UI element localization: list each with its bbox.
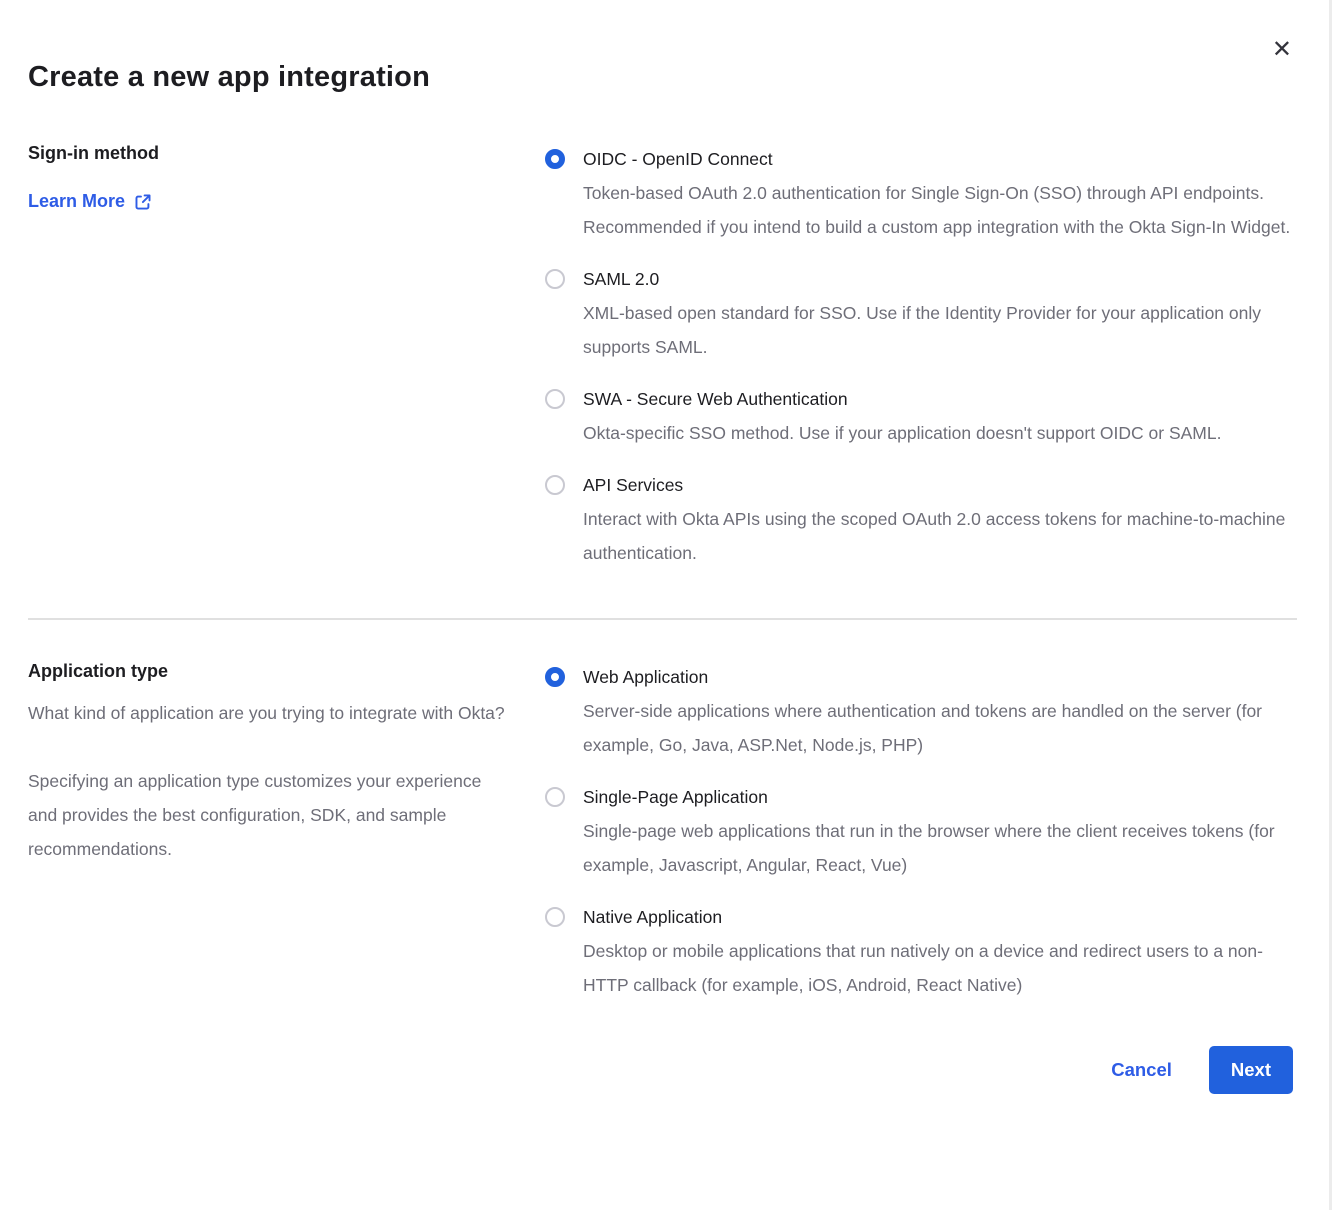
option-description: Okta-specific SSO method. Use if your ap…	[583, 416, 1221, 450]
option-label: API Services	[583, 468, 1294, 502]
signin-method-label: Sign-in method	[28, 142, 508, 164]
radio-button-icon[interactable]	[545, 787, 565, 807]
radio-option-swa[interactable]: SWA - Secure Web Authentication Okta-spe…	[545, 382, 1294, 450]
option-label: Native Application	[583, 900, 1294, 934]
option-description: Token-based OAuth 2.0 authentication for…	[583, 176, 1294, 244]
create-app-integration-dialog: ✕ Create a new app integration Sign-in m…	[0, 0, 1332, 1210]
radio-button-icon[interactable]	[545, 475, 565, 495]
radio-option-saml[interactable]: SAML 2.0 XML-based open standard for SSO…	[545, 262, 1294, 364]
section-divider	[28, 618, 1297, 620]
option-label: OIDC - OpenID Connect	[583, 142, 1294, 176]
radio-button-icon[interactable]	[545, 667, 565, 687]
radio-option-single-page-application[interactable]: Single-Page Application Single-page web …	[545, 780, 1294, 882]
radio-button-icon[interactable]	[545, 907, 565, 927]
application-type-options: Web Application Server-side applications…	[545, 660, 1294, 1002]
signin-method-section: Sign-in method Learn More OIDC - OpenID …	[28, 142, 1294, 570]
radio-option-web-application[interactable]: Web Application Server-side applications…	[545, 660, 1294, 762]
option-label: Web Application	[583, 660, 1294, 694]
application-type-left-column: Application type What kind of applicatio…	[28, 660, 508, 866]
signin-method-left-column: Sign-in method Learn More	[28, 142, 508, 212]
radio-button-icon[interactable]	[545, 389, 565, 409]
learn-more-label: Learn More	[28, 191, 125, 212]
radio-option-native-application[interactable]: Native Application Desktop or mobile app…	[545, 900, 1294, 1002]
radio-option-api-services[interactable]: API Services Interact with Okta APIs usi…	[545, 468, 1294, 570]
application-type-section: Application type What kind of applicatio…	[28, 660, 1294, 1002]
option-label: Single-Page Application	[583, 780, 1294, 814]
next-button[interactable]: Next	[1209, 1046, 1293, 1094]
option-description: Single-page web applications that run in…	[583, 814, 1294, 882]
dialog-footer: Cancel Next	[28, 1046, 1294, 1094]
option-label: SAML 2.0	[583, 262, 1294, 296]
cancel-button[interactable]: Cancel	[1111, 1059, 1172, 1081]
radio-option-oidc[interactable]: OIDC - OpenID Connect Token-based OAuth …	[545, 142, 1294, 244]
option-description: Desktop or mobile applications that run …	[583, 934, 1294, 1002]
signin-method-options: OIDC - OpenID Connect Token-based OAuth …	[545, 142, 1294, 570]
option-description: Interact with Okta APIs using the scoped…	[583, 502, 1294, 570]
option-label: SWA - Secure Web Authentication	[583, 382, 1221, 416]
learn-more-link[interactable]: Learn More	[28, 191, 152, 212]
external-link-icon	[134, 193, 152, 211]
option-description: Server-side applications where authentic…	[583, 694, 1294, 762]
radio-button-icon[interactable]	[545, 149, 565, 169]
application-type-hint-2: Specifying an application type customize…	[28, 764, 508, 866]
application-type-label: Application type	[28, 660, 508, 682]
close-icon[interactable]: ✕	[1268, 34, 1296, 66]
application-type-hint-1: What kind of application are you trying …	[28, 696, 508, 730]
radio-button-icon[interactable]	[545, 269, 565, 289]
page-title: Create a new app integration	[28, 58, 1294, 96]
option-description: XML-based open standard for SSO. Use if …	[583, 296, 1294, 364]
